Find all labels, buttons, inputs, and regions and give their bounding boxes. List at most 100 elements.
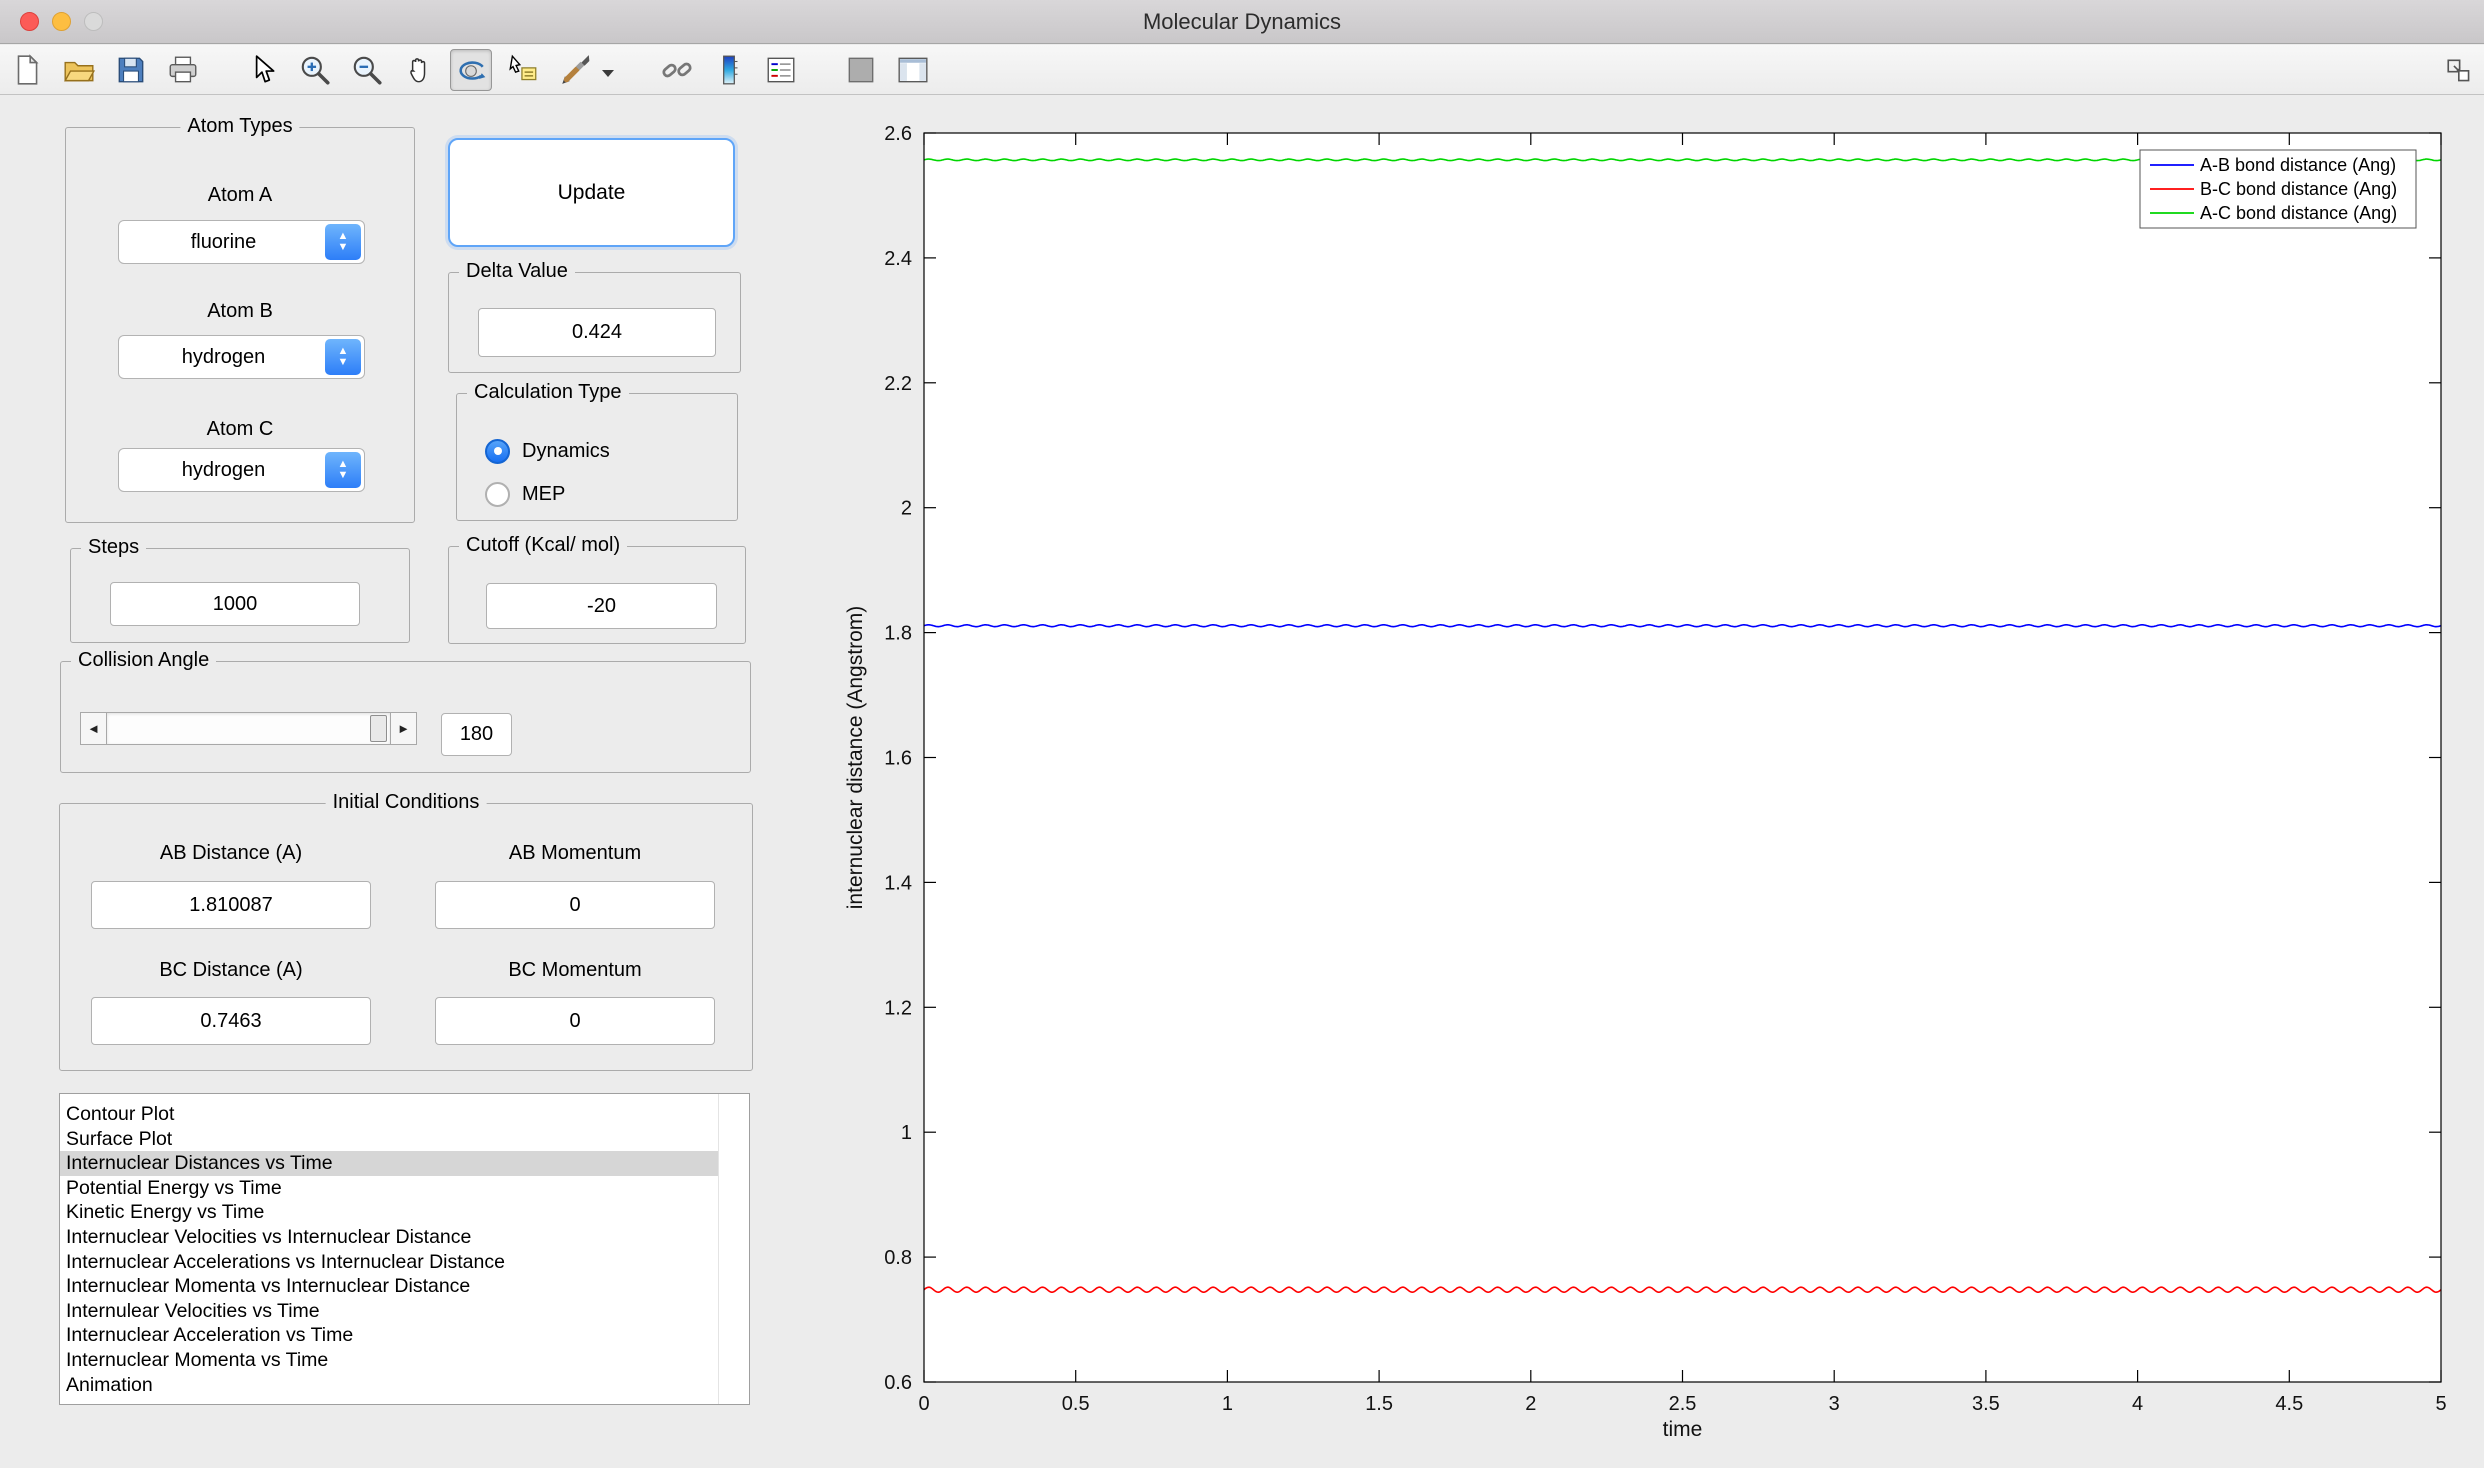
update-button[interactable]: Update (448, 138, 735, 247)
atom-c-label: Atom C (206, 418, 274, 440)
show-plot-tools-button[interactable] (892, 49, 934, 91)
down-chevron-icon: ▼ (337, 241, 349, 253)
plot-list-item[interactable]: Kinetic Energy vs Time (60, 1200, 718, 1225)
dropdown-stepper[interactable]: ▲ ▼ (325, 339, 361, 375)
ab-distance-input[interactable] (91, 881, 371, 929)
legend-box[interactable] (2139, 149, 2417, 229)
collision-angle-panel: Collision Angle ◄ ► (60, 649, 751, 773)
radio-dynamics[interactable]: Dynamics (485, 434, 610, 468)
zoom-in-icon (301, 56, 330, 85)
brush-icon (562, 54, 590, 84)
slider-right-arrow[interactable]: ► (390, 712, 417, 745)
save-figure-icon (118, 57, 144, 82)
x-tick-label: 4.5 (2275, 1393, 2303, 1415)
atom-c-dropdown[interactable]: hydrogen ▲ ▼ (118, 448, 365, 492)
insert-colorbar-button[interactable] (708, 49, 750, 91)
edit-plot-button[interactable] (242, 49, 284, 91)
x-tick-label: 2 (1525, 1393, 1536, 1415)
new-figure-icon (17, 53, 39, 85)
plot-list-item[interactable]: Internuclear Momenta vs Time (60, 1348, 718, 1373)
collision-angle-input[interactable] (441, 713, 512, 756)
radio-selected-icon (485, 438, 510, 464)
y-tick-label: 1 (901, 1122, 912, 1144)
hide-plot-tools-button[interactable] (840, 49, 882, 91)
atom-types-panel: Atom Types Atom A fluorine ▲ ▼ Atom B hyd… (65, 115, 415, 523)
insert-legend-button[interactable] (760, 49, 802, 91)
plot-list-item[interactable]: Surface Plot (60, 1127, 718, 1152)
link-plot-button[interactable] (656, 49, 698, 91)
plot-background (924, 133, 2441, 1382)
x-tick-label: 1 (1222, 1393, 1233, 1415)
y-tick-label: 1.2 (884, 997, 912, 1019)
data-cursor-button[interactable] (502, 49, 544, 91)
open-file-icon (64, 61, 96, 81)
legend-label: B-C bond distance (Ang) (2200, 179, 2397, 199)
plot-list-item[interactable]: Animation (60, 1373, 718, 1398)
legend-label: A-C bond distance (Ang) (2200, 203, 2397, 223)
plot-list-item[interactable]: Internuclear Momenta vs Internuclear Dis… (60, 1274, 718, 1299)
rotate-3d-button[interactable] (450, 48, 492, 91)
insert-colorbar-icon (723, 55, 738, 84)
cutoff-input[interactable] (486, 583, 717, 629)
dropdown-stepper[interactable]: ▲ ▼ (325, 224, 361, 260)
steps-input[interactable] (110, 582, 360, 626)
x-tick-label: 1.5 (1365, 1393, 1393, 1415)
y-tick-label: 0.8 (884, 1247, 912, 1269)
print-figure-button[interactable] (162, 49, 204, 91)
slider-track[interactable] (107, 712, 390, 745)
edit-plot-icon (255, 54, 275, 83)
pan-hand-icon (410, 57, 426, 82)
plot-list-item[interactable]: Internulear Velocities vs Time (60, 1299, 718, 1324)
plot-list-item[interactable]: Potential Energy vs Time (60, 1176, 718, 1201)
dropdown-stepper[interactable]: ▲ ▼ (325, 452, 361, 488)
zoom-out-button[interactable] (346, 49, 388, 91)
cutoff-panel-title: Cutoff (Kcal/ mol) (459, 534, 628, 557)
dock-figure-button[interactable] (2440, 52, 2476, 88)
ab-distance-label: AB Distance (A) (159, 842, 303, 864)
save-figure-button[interactable] (110, 49, 152, 91)
delta-value-panel-title: Delta Value (459, 260, 575, 283)
radio-dynamics-label: Dynamics (522, 439, 610, 462)
slider-thumb[interactable] (370, 715, 387, 742)
initial-conditions-panel: Initial Conditions AB Distance (A) AB Mo… (59, 791, 753, 1071)
collision-angle-slider[interactable]: ◄ ► (80, 712, 417, 745)
open-file-button[interactable] (58, 49, 100, 91)
plot-type-listbox: Contour Plot Surface Plot Internuclear Dis… (60, 1102, 718, 1404)
window-title: Molecular Dynamics (1142, 9, 1342, 34)
y-axis-label: internuclear distance (Angstrom) (844, 606, 867, 909)
pan-button[interactable] (398, 49, 440, 91)
y-tick-label: 2.4 (884, 248, 912, 270)
atom-types-panel-title: Atom Types (180, 115, 300, 138)
brush-dropdown-arrow[interactable] (602, 70, 614, 83)
plot-list-item[interactable]: Internuclear Distances vs Time (60, 1151, 718, 1176)
radio-unselected-icon (485, 481, 510, 507)
y-tick-label: 2.6 (884, 123, 912, 145)
new-figure-button[interactable] (6, 49, 48, 91)
dock-figure-icon (2447, 58, 2470, 81)
y-tick-label: 1.4 (884, 872, 912, 894)
ab-momentum-input[interactable] (435, 881, 715, 929)
plot-list-item[interactable]: Internuclear Accelerations vs Internucle… (60, 1250, 718, 1275)
atom-b-dropdown-value: hydrogen (181, 345, 266, 368)
listbox-scrollbar[interactable] (718, 1094, 749, 1404)
initial-conditions-panel-title: Initial Conditions (325, 791, 487, 814)
x-tick-label: 0 (918, 1393, 929, 1415)
atom-b-dropdown[interactable]: hydrogen ▲ ▼ (118, 335, 365, 379)
bc-distance-input[interactable] (91, 997, 371, 1045)
axes-box (923, 132, 2442, 1383)
atom-a-dropdown[interactable]: fluorine ▲ ▼ (118, 220, 365, 264)
slider-left-arrow[interactable]: ◄ (80, 712, 107, 745)
calculation-type-panel: Calculation Type Dynamics MEP (456, 381, 738, 521)
x-tick-label: 4 (2132, 1393, 2143, 1415)
steps-panel: Steps (70, 536, 410, 643)
brush-button[interactable] (554, 49, 596, 91)
zoom-in-button[interactable] (294, 49, 336, 91)
delta-value-input[interactable] (478, 308, 716, 357)
bc-momentum-input[interactable] (435, 997, 715, 1045)
delta-value-panel: Delta Value (448, 260, 741, 373)
plot-list-item[interactable]: Contour Plot (60, 1102, 718, 1127)
plot-list-item[interactable]: Internuclear Acceleration vs Time (60, 1323, 718, 1348)
radio-mep[interactable]: MEP (485, 477, 565, 511)
plot-list-item[interactable]: Internuclear Velocities vs Internuclear … (60, 1225, 718, 1250)
x-tick-label: 3 (1829, 1393, 1840, 1415)
